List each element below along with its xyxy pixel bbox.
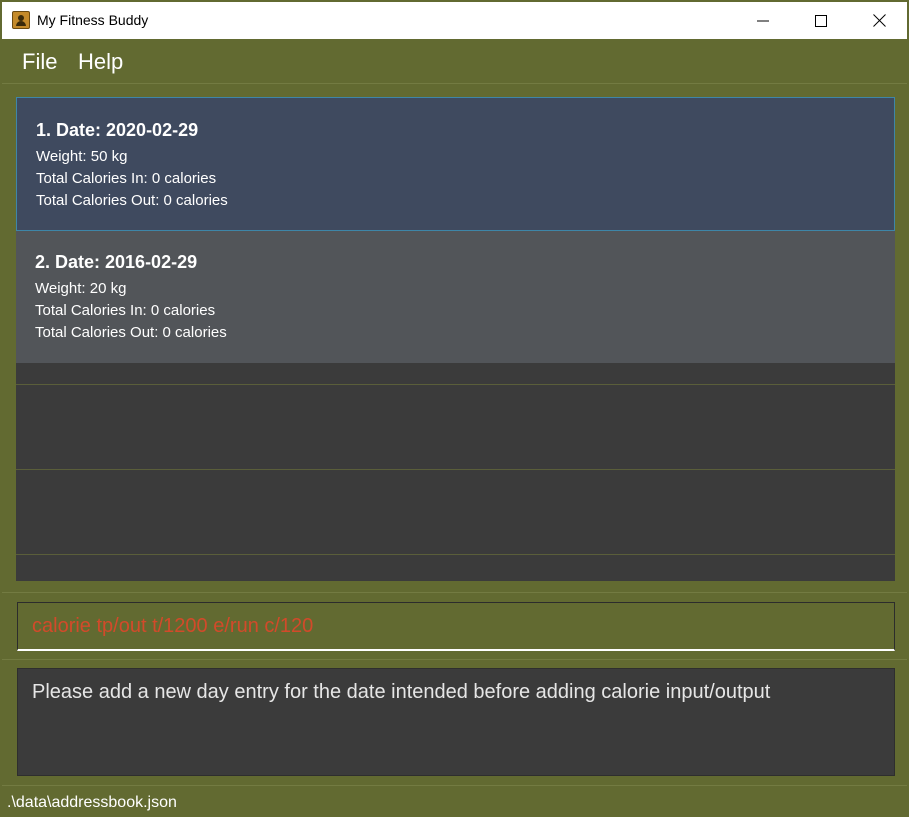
divider: [2, 592, 907, 593]
close-button[interactable]: [850, 2, 908, 39]
day-card-2[interactable]: 2. Date: 2016-02-29 Weight: 20 kg Total …: [16, 231, 895, 363]
minimize-icon: [757, 20, 769, 21]
empty-list-row: [16, 384, 895, 469]
menu-bar: File Help: [2, 39, 907, 84]
maximize-icon: [815, 14, 827, 27]
day-card-heading: 1. Date: 2020-02-29: [36, 120, 199, 140]
close-icon: [872, 14, 886, 27]
status-bar: .\data\addressbook.json: [2, 786, 907, 817]
window-title: My Fitness Buddy: [37, 12, 149, 28]
menu-file[interactable]: File: [22, 49, 57, 75]
minimize-button[interactable]: [734, 2, 792, 39]
command-box[interactable]: [17, 602, 895, 651]
result-message: Please add a new day entry for the date …: [32, 681, 771, 703]
day-card-1[interactable]: 1. Date: 2020-02-29 Weight: 50 kg Total …: [16, 97, 895, 231]
day-card-heading: 2. Date: 2016-02-29: [35, 252, 198, 272]
app-window: My Fitness Buddy File Help 1. Date: 2020…: [0, 0, 909, 817]
app-icon: [12, 11, 30, 29]
result-display[interactable]: Please add a new day entry for the date …: [17, 668, 895, 776]
title-bar[interactable]: My Fitness Buddy: [2, 2, 907, 39]
divider: [2, 659, 907, 660]
day-card-weight: Weight: 50 kg: [36, 148, 128, 165]
day-card-weight: Weight: 20 kg: [35, 280, 127, 297]
maximize-button[interactable]: [792, 2, 850, 39]
status-file-path: .\data\addressbook.json: [7, 794, 177, 811]
empty-list-row: [16, 554, 895, 581]
menu-help[interactable]: Help: [78, 49, 123, 75]
day-card-calories-out: Total Calories Out: 0 calories: [36, 192, 228, 209]
day-list[interactable]: 1. Date: 2020-02-29 Weight: 50 kg Total …: [16, 97, 895, 581]
empty-list-row: [16, 469, 895, 554]
day-card-calories-in: Total Calories In: 0 calories: [36, 170, 217, 187]
command-input[interactable]: [18, 603, 894, 649]
day-card-calories-out: Total Calories Out: 0 calories: [35, 324, 227, 341]
day-card-calories-in: Total Calories In: 0 calories: [35, 302, 216, 319]
